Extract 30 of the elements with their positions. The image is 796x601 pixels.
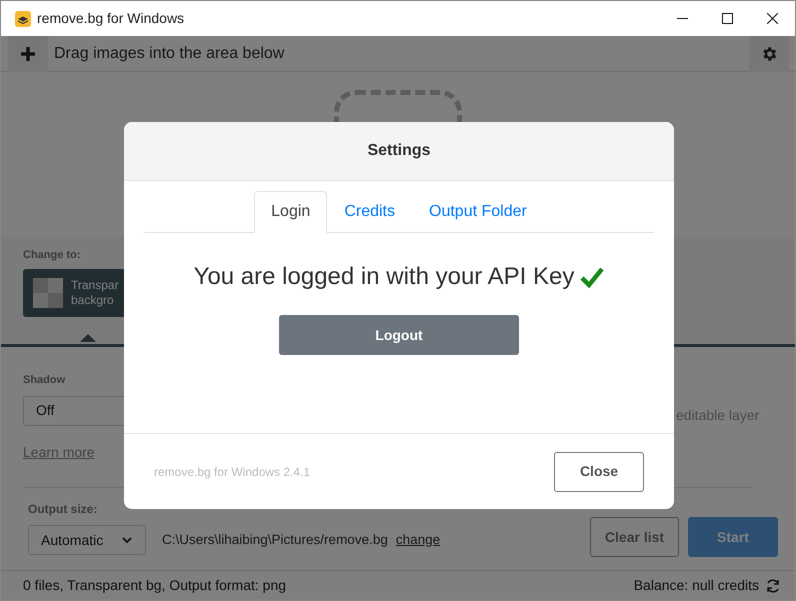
logout-button[interactable]: Logout (279, 315, 519, 355)
dialog-title: Settings (367, 141, 431, 161)
settings-tab[interactable]: Credits (327, 191, 412, 233)
window-title: remove.bg for Windows (37, 9, 184, 28)
add-button[interactable] (8, 36, 48, 72)
close-icon (767, 13, 778, 24)
balance-text: Balance: null credits (634, 576, 759, 595)
settings-button[interactable] (749, 36, 789, 72)
change-folder-link[interactable]: change (396, 530, 440, 550)
settings-tab[interactable]: Login (254, 191, 328, 233)
app-logo-icon (15, 10, 31, 26)
learn-more-link[interactable]: Learn more (23, 442, 95, 462)
settings-tab[interactable]: Output Folder (412, 191, 544, 233)
output-folder-path: C:\Users\lihaibing\Pictures/remove.bg (162, 530, 388, 549)
output-size-select[interactable]: Automatic (28, 525, 146, 555)
shadow-label: Shadow (23, 373, 66, 388)
version-text: remove.bg for Windows 2.4.1 (154, 464, 310, 480)
refresh-icon[interactable] (765, 578, 781, 594)
checkerboard-icon (33, 278, 63, 308)
drag-hint: Drag images into the area below (54, 44, 284, 64)
clear-list-button[interactable]: Clear list (590, 517, 679, 557)
option-label: backgro (71, 292, 115, 308)
option-label: Transpar (71, 278, 119, 292)
output-size-label: Output size: (28, 501, 98, 518)
status-summary: 0 files, Transparent bg, Output format: png (23, 576, 286, 595)
plus-icon (20, 46, 36, 62)
maximize-icon (722, 13, 733, 24)
close-dialog-button[interactable]: Close (554, 452, 644, 492)
login-status-message: You are logged in with your API Key (194, 262, 574, 292)
change-to-label: Change to: (23, 248, 82, 263)
